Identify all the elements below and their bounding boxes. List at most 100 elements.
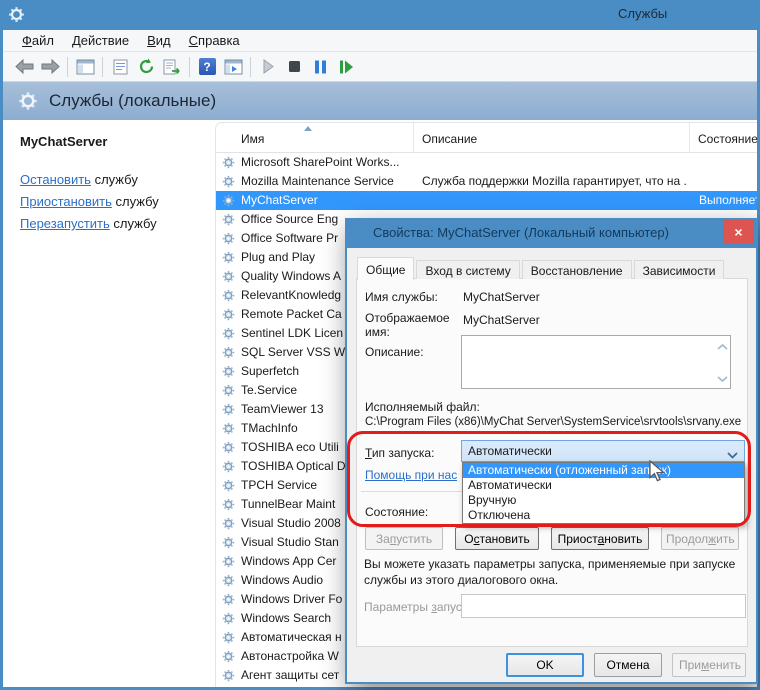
column-header-label: Описание <box>422 132 477 146</box>
column-header-label: Имя <box>241 132 264 146</box>
action-suffix: службу <box>110 216 157 231</box>
service-gear-icon <box>222 156 235 172</box>
service-name: Te.Service <box>241 383 297 397</box>
service-control-button[interactable]: Приостановить <box>551 527 649 550</box>
tab[interactable]: Восстановление <box>522 260 632 279</box>
dialog-title: Свойства: MyChatServer (Локальный компью… <box>373 225 669 240</box>
startup-type-value: Автоматически <box>468 444 552 458</box>
dialog-tabs: ОбщиеВход в системуВосстановлениеЗависим… <box>357 256 726 279</box>
service-name: Visual Studio Stan <box>241 535 339 549</box>
forward-button[interactable] <box>37 55 63 79</box>
column-header-description[interactable]: Описание <box>414 123 690 153</box>
scroll-down-icon[interactable] <box>717 371 728 385</box>
menu-item[interactable]: Действие <box>63 31 138 50</box>
display-name-label: Отображаемое имя: <box>365 311 455 339</box>
description-label: Описание: <box>365 345 424 359</box>
service-control-button[interactable]: Запустить <box>365 527 443 550</box>
service-gear-icon <box>222 346 235 362</box>
resume-service-button[interactable] <box>333 55 359 79</box>
dialog-titlebar[interactable]: Свойства: MyChatServer (Локальный компью… <box>345 218 758 248</box>
service-control-button[interactable]: Продолжить <box>661 527 739 550</box>
action-link[interactable]: Приостановить <box>20 194 112 209</box>
service-gear-icon <box>222 251 235 267</box>
startup-help-link[interactable]: Помощь при настройке параметров запуска <box>365 468 457 482</box>
show-console-tree-button[interactable] <box>72 55 98 79</box>
service-gear-icon <box>222 574 235 590</box>
service-row[interactable]: Microsoft SharePoint Works... <box>216 153 757 172</box>
service-gear-icon <box>222 498 235 514</box>
menu-bar: ФайлДействиеВидСправка <box>3 30 757 52</box>
menu-item[interactable]: Вид <box>138 31 180 50</box>
dropdown-option[interactable]: Вручную <box>463 493 744 508</box>
dialog-footer-button[interactable]: OK <box>506 653 584 677</box>
services-window: Службы ФайлДействиеВидСправка ? Службы (… <box>0 0 760 690</box>
display-name-value: MyChatServer <box>463 313 540 327</box>
service-name: Windows App Cer <box>241 554 336 568</box>
dropdown-option[interactable]: Автоматически <box>463 478 744 493</box>
pause-service-button[interactable] <box>307 55 333 79</box>
startup-type-label: Тип запуска: <box>365 446 434 460</box>
window-titlebar[interactable]: Службы <box>0 0 760 30</box>
service-name-label: Имя службы: <box>365 290 438 304</box>
chevron-down-icon <box>727 448 738 462</box>
dialog-footer-button[interactable]: Применить <box>672 653 746 677</box>
mouse-cursor-icon <box>649 460 666 487</box>
tab[interactable]: Общие <box>357 257 414 280</box>
service-name: Windows Search <box>241 611 331 625</box>
banner-title: Службы (локальные) <box>49 91 216 111</box>
service-gear-icon <box>222 422 235 438</box>
help-button[interactable]: ? <box>194 55 220 79</box>
service-name: Автоматическая н <box>241 630 342 644</box>
service-gear-icon <box>222 479 235 495</box>
tab[interactable]: Зависимости <box>634 260 725 279</box>
service-name: Office Software Pr <box>241 231 338 245</box>
startup-type-combobox[interactable]: Автоматически <box>461 440 745 462</box>
params-hint-text: Вы можете указать параметры запуска, при… <box>364 556 742 588</box>
show-window-button[interactable] <box>220 55 246 79</box>
start-service-button[interactable] <box>255 55 281 79</box>
refresh-button[interactable] <box>133 55 159 79</box>
start-params-input[interactable] <box>461 594 746 618</box>
service-name: Агент защиты сет <box>241 668 339 682</box>
action-link[interactable]: Остановить <box>20 172 91 187</box>
service-name: Windows Driver Fo <box>241 592 342 606</box>
close-icon[interactable]: × <box>723 220 754 244</box>
service-gear-icon <box>222 308 235 324</box>
service-name: Автонастройка W <box>241 649 339 663</box>
services-gear-icon <box>18 91 38 114</box>
dialog-footer-button[interactable]: Отмена <box>594 653 662 677</box>
stop-service-button[interactable] <box>281 55 307 79</box>
tab[interactable]: Вход в систему <box>416 260 519 279</box>
description-textarea[interactable] <box>461 335 731 389</box>
help-icon: ? <box>199 58 216 75</box>
service-gear-icon <box>222 384 235 400</box>
service-row[interactable]: Mozilla Maintenance Service Служба подде… <box>216 172 757 191</box>
service-name: Superfetch <box>241 364 299 378</box>
banner: Службы (локальные) <box>3 82 757 120</box>
service-name: SQL Server VSS Wr <box>241 345 349 359</box>
service-gear-icon <box>222 612 235 628</box>
service-name: TPCH Service <box>241 478 317 492</box>
back-button[interactable] <box>11 55 37 79</box>
dropdown-option[interactable]: Автоматически (отложенный запуск) <box>463 463 744 478</box>
service-name: Plug and Play <box>241 250 315 264</box>
column-header-status[interactable]: Состояние <box>690 123 757 153</box>
properties-button[interactable] <box>107 55 133 79</box>
dropdown-option[interactable]: Отключена <box>463 508 744 523</box>
menu-item[interactable]: Справка <box>180 31 249 50</box>
service-control-button[interactable]: Остановить <box>455 527 539 550</box>
export-list-button[interactable] <box>159 55 185 79</box>
toolbar-separator <box>250 57 251 77</box>
service-name: Remote Packet Ca <box>241 307 342 321</box>
service-row[interactable]: MyChatServer Выполняется <box>216 191 757 210</box>
column-header-name[interactable]: Имя <box>216 123 414 153</box>
action-link[interactable]: Перезапустить <box>20 216 110 231</box>
service-name: Sentinel LDK Licen <box>241 326 343 340</box>
startup-type-dropdown-list: Автоматически (отложенный запуск)Автомат… <box>462 462 745 524</box>
service-gear-icon <box>222 536 235 552</box>
scroll-up-icon[interactable] <box>717 339 728 353</box>
executable-path: C:\Program Files (x86)\MyChat Server\Sys… <box>365 416 745 428</box>
service-name: Office Source Eng <box>241 212 338 226</box>
menu-item[interactable]: Файл <box>13 31 63 50</box>
service-gear-icon <box>222 213 235 229</box>
